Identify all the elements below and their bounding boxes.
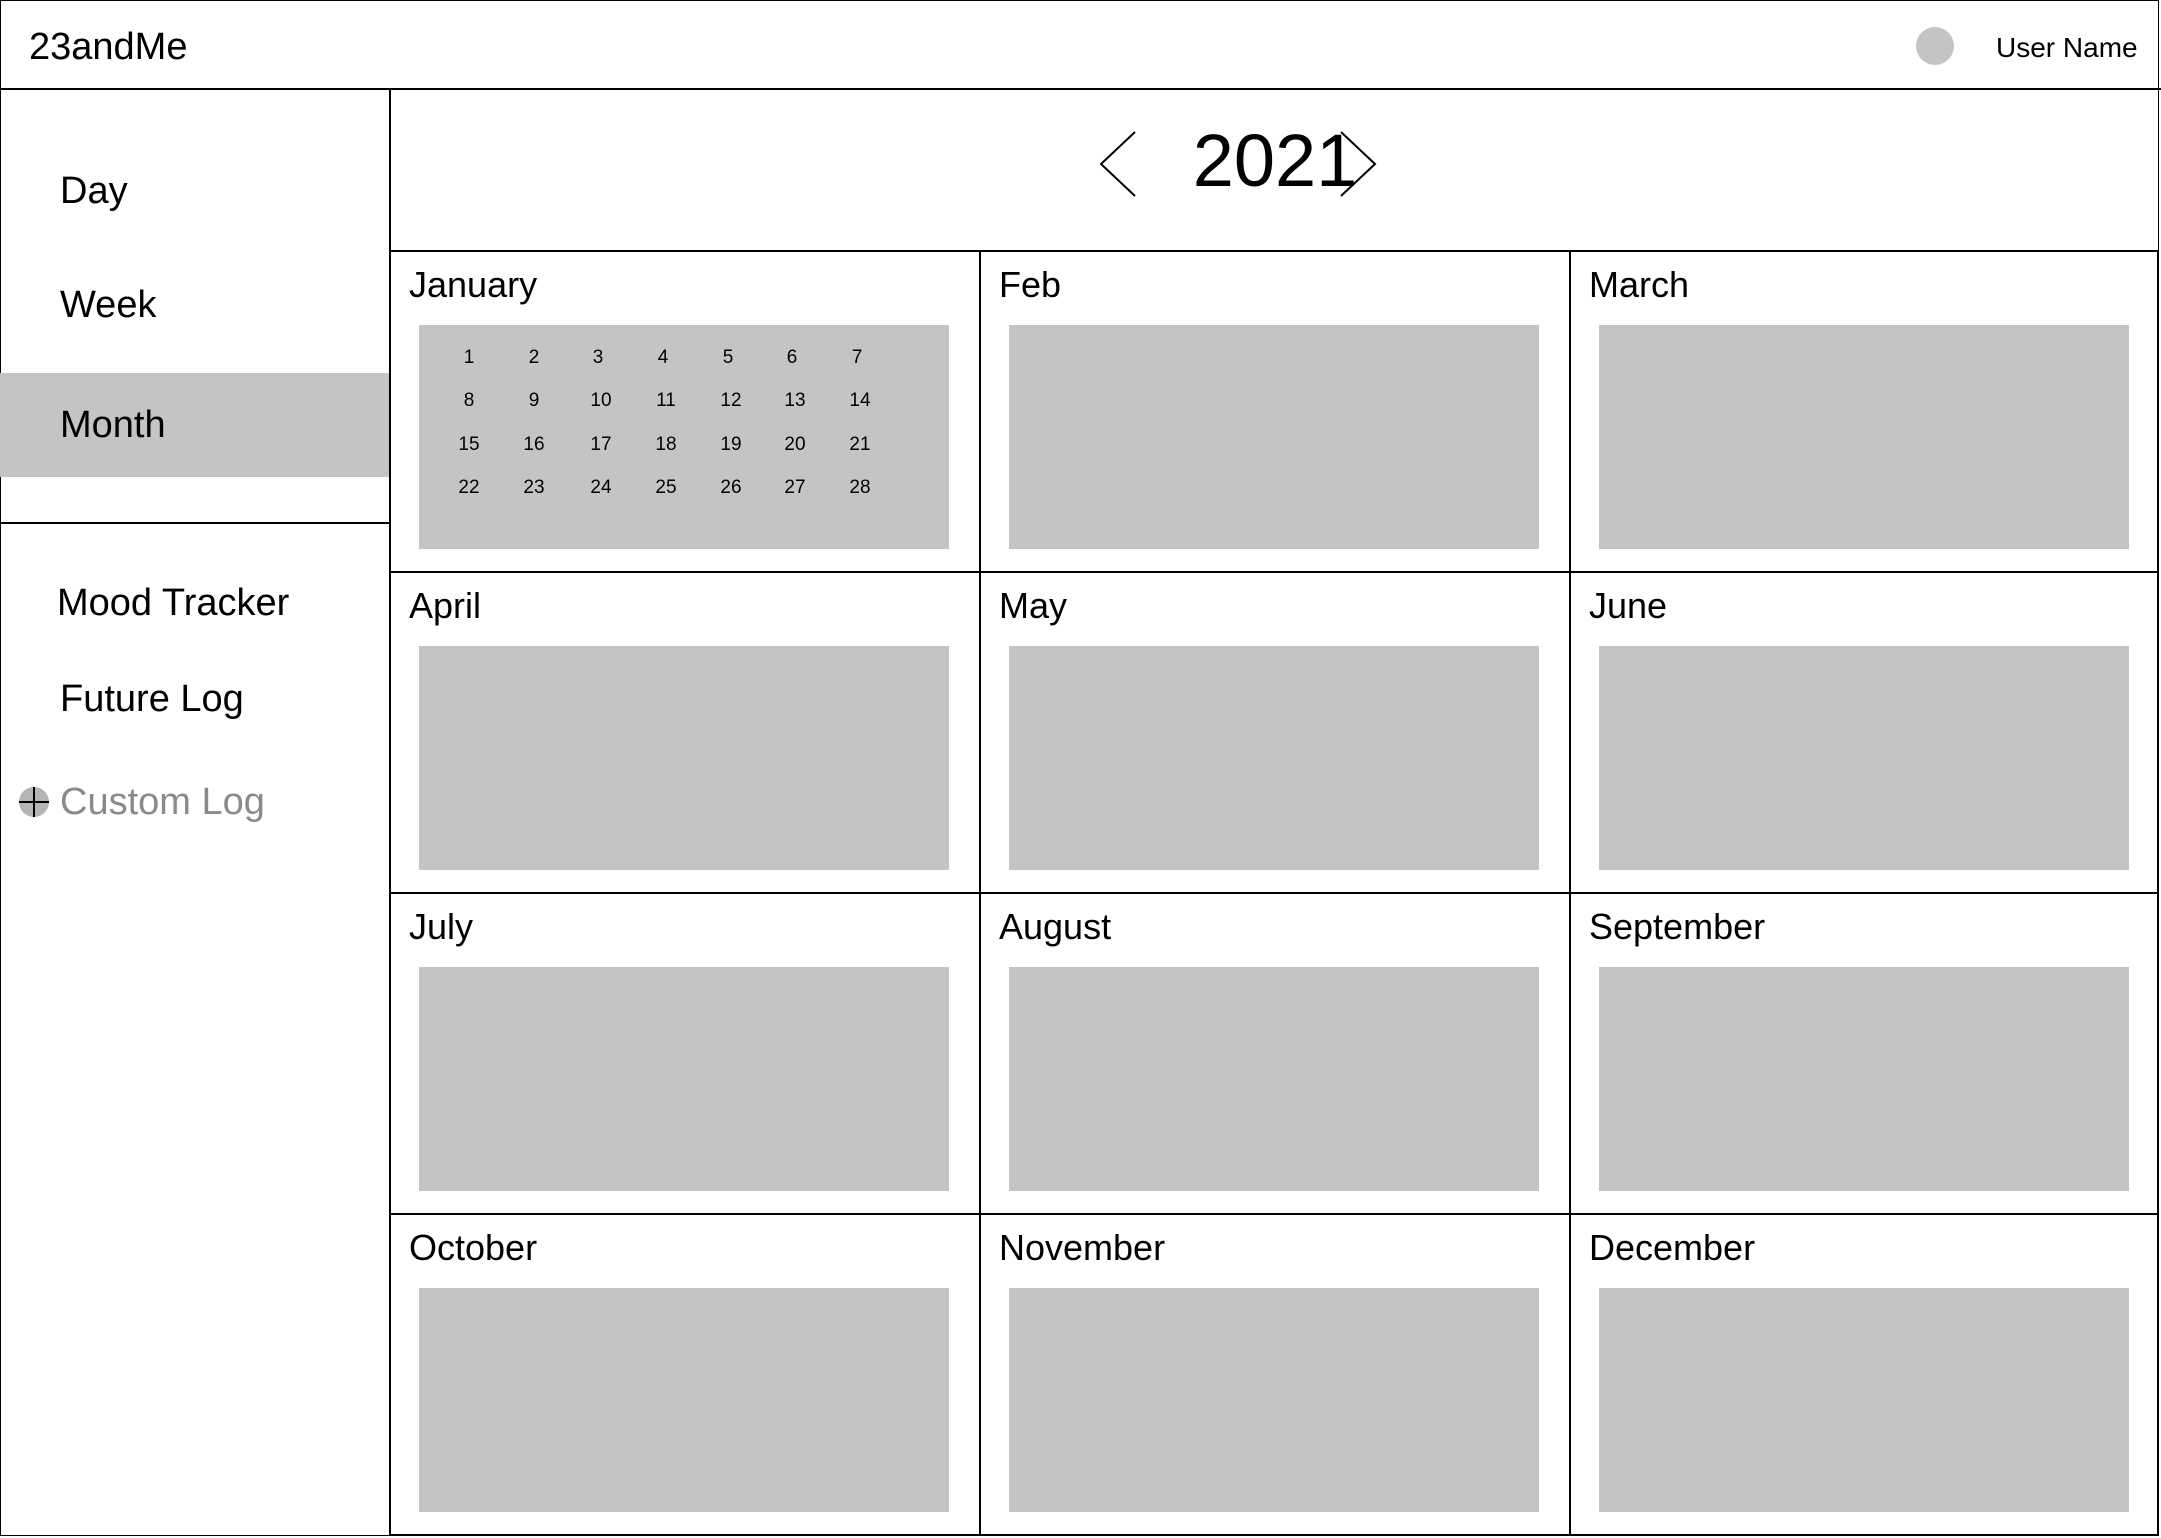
day-cell[interactable]: 18 xyxy=(646,434,686,456)
custom-log-link[interactable]: Custom Log xyxy=(60,781,265,824)
month-calendar[interactable] xyxy=(419,646,949,870)
day-cell[interactable]: 9 xyxy=(514,390,554,412)
day-cell[interactable]: 3 xyxy=(578,347,618,369)
month-cell-december[interactable]: December xyxy=(1571,1215,2159,1536)
day-cell[interactable]: 12 xyxy=(711,390,751,412)
month-cell-march[interactable]: March xyxy=(1571,252,2159,573)
day-cell[interactable]: 1 xyxy=(449,347,489,369)
day-cell[interactable]: 20 xyxy=(775,434,815,456)
chevron-right-icon[interactable] xyxy=(1337,130,1377,198)
day-cell[interactable]: 4 xyxy=(643,347,683,369)
month-cell-april[interactable]: April xyxy=(391,573,981,894)
month-name: March xyxy=(1589,264,1690,305)
month-calendar[interactable] xyxy=(1009,1288,1539,1512)
sidebar: Day Week Month Mood Tracker Future Log C… xyxy=(0,90,391,1536)
month-name: July xyxy=(409,906,474,947)
month-cell-november[interactable]: November xyxy=(981,1215,1571,1536)
month-grid: January 1 2 3 4 5 6 7 8 9 10 11 12 13 14 15 16 17 18 19 20 21… xyxy=(391,252,2159,1536)
month-name: October xyxy=(409,1227,538,1268)
month-calendar[interactable]: 1 2 3 4 5 6 7 8 9 10 11 12 13 14 15 16 17 18 19 20 21 22 23 24 2… xyxy=(419,325,949,549)
month-cell-feb[interactable]: Feb xyxy=(981,252,1571,573)
day-cell[interactable]: 10 xyxy=(581,390,621,412)
day-cell[interactable]: 21 xyxy=(840,434,880,456)
sidebar-item-day[interactable]: Day xyxy=(0,139,389,243)
day-cell[interactable]: 22 xyxy=(449,477,489,499)
month-calendar[interactable] xyxy=(1009,967,1539,1191)
month-cell-january[interactable]: January 1 2 3 4 5 6 7 8 9 10 11 12 13 14 15 16 17 18 19 20 21… xyxy=(391,252,981,573)
day-cell[interactable]: 19 xyxy=(711,434,751,456)
sidebar-item-month[interactable]: Month xyxy=(0,373,389,477)
month-cell-june[interactable]: June xyxy=(1571,573,2159,894)
day-cell[interactable]: 27 xyxy=(775,477,815,499)
user-avatar[interactable] xyxy=(1916,27,1954,65)
month-cell-october[interactable]: October xyxy=(391,1215,981,1536)
month-name: January xyxy=(409,264,538,305)
month-name: June xyxy=(1589,585,1668,626)
future-log-link[interactable]: Future Log xyxy=(60,678,244,721)
add-icon[interactable] xyxy=(19,787,49,817)
month-name: April xyxy=(409,585,482,626)
day-cell[interactable]: 15 xyxy=(449,434,489,456)
month-calendar[interactable] xyxy=(1599,646,2129,870)
day-cell[interactable]: 14 xyxy=(840,390,880,412)
day-cell[interactable]: 23 xyxy=(514,477,554,499)
year-navigator: 2021 xyxy=(391,90,2159,252)
day-cell[interactable]: 13 xyxy=(775,390,815,412)
sidebar-item-label: Week xyxy=(60,283,157,326)
sidebar-item-week[interactable]: Week xyxy=(0,253,389,357)
month-name: Feb xyxy=(999,264,1062,305)
sidebar-item-label: Month xyxy=(60,403,166,446)
month-name: August xyxy=(999,906,1112,947)
month-name: September xyxy=(1589,906,1766,947)
top-bar: 23andMe User Name xyxy=(0,0,2161,90)
month-calendar[interactable] xyxy=(419,1288,949,1512)
month-name: November xyxy=(999,1227,1166,1268)
month-cell-july[interactable]: July xyxy=(391,894,981,1215)
month-calendar[interactable] xyxy=(1009,646,1539,870)
day-cell[interactable]: 16 xyxy=(514,434,554,456)
day-cell[interactable]: 2 xyxy=(514,347,554,369)
day-cell[interactable]: 8 xyxy=(449,390,489,412)
month-name: May xyxy=(999,585,1068,626)
sidebar-item-label: Day xyxy=(60,169,128,212)
day-cell[interactable]: 24 xyxy=(581,477,621,499)
day-cell[interactable]: 17 xyxy=(581,434,621,456)
month-cell-august[interactable]: August xyxy=(981,894,1571,1215)
month-cell-september[interactable]: September xyxy=(1571,894,2159,1215)
sidebar-divider xyxy=(0,522,389,524)
day-cell[interactable]: 26 xyxy=(711,477,751,499)
month-calendar[interactable] xyxy=(1599,325,2129,549)
month-calendar[interactable] xyxy=(1599,1288,2129,1512)
user-name[interactable]: User Name xyxy=(1996,32,2138,64)
month-cell-may[interactable]: May xyxy=(981,573,1571,894)
month-calendar[interactable] xyxy=(1009,325,1539,549)
month-name: December xyxy=(1589,1227,1756,1268)
day-cell[interactable]: 5 xyxy=(708,347,748,369)
month-calendar[interactable] xyxy=(1599,967,2129,1191)
day-cell[interactable]: 7 xyxy=(837,347,877,369)
day-cell[interactable]: 6 xyxy=(772,347,812,369)
year-label: 2021 xyxy=(1192,119,1358,202)
month-calendar[interactable] xyxy=(419,967,949,1191)
day-cell[interactable]: 11 xyxy=(646,390,686,412)
app-logo[interactable]: 23andMe xyxy=(29,26,187,69)
day-cell[interactable]: 25 xyxy=(646,477,686,499)
day-cell[interactable]: 28 xyxy=(840,477,880,499)
mood-tracker-link[interactable]: Mood Tracker xyxy=(57,582,289,625)
